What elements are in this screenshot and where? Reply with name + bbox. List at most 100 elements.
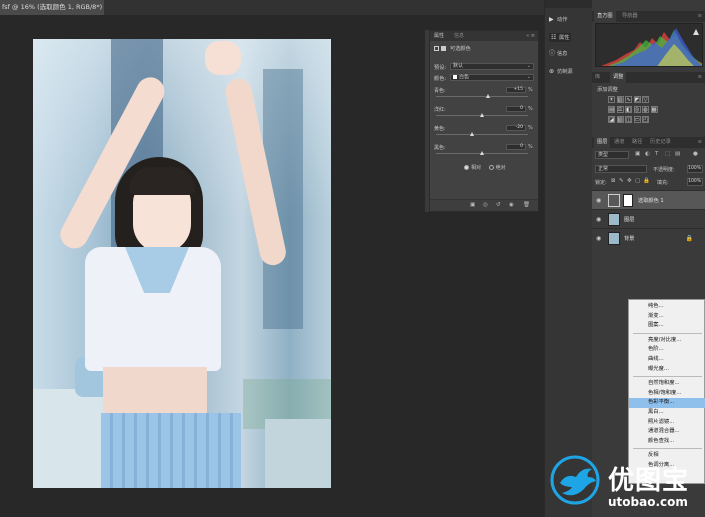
strip-item-info[interactable]: ⓘ 信息 <box>549 48 567 57</box>
filter-shape-icon[interactable]: ⬚ <box>665 151 670 157</box>
document-tab[interactable]: fsf @ 16% (选取颜色 1, RGB/8*) *× <box>0 0 104 15</box>
tab-libraries[interactable]: 库 <box>595 72 600 83</box>
filter-smart-icon[interactable]: ▤ <box>675 151 680 157</box>
lock-artboard-icon[interactable]: ▢ <box>635 178 640 184</box>
slider-thumb[interactable] <box>485 94 490 98</box>
slider-thumb[interactable] <box>479 151 484 155</box>
colors-select[interactable]: 白色 ⌄ <box>450 74 534 81</box>
layer-name[interactable]: 选取颜色 1 <box>638 197 664 204</box>
eye-icon[interactable]: ◉ <box>596 235 601 242</box>
strip-item-clone-source[interactable]: ⊛ 仿制源 <box>549 68 573 75</box>
layer-row-layer[interactable]: ◉ 图层 <box>592 209 705 228</box>
panel-menu-icon[interactable]: ≡ <box>698 137 702 148</box>
radio-relative[interactable] <box>464 165 469 170</box>
channel-mixer-icon[interactable]: ◍ <box>642 106 649 113</box>
threshold-icon[interactable]: ◫ <box>625 116 632 123</box>
menu-item[interactable]: 色彩平衡... <box>629 398 705 408</box>
menu-item[interactable]: 自然饱和度... <box>629 379 705 389</box>
menu-item[interactable]: 曝光度... <box>629 365 705 375</box>
color-balance-icon[interactable]: ⚖ <box>616 106 624 113</box>
strip-item-properties[interactable]: ☷ 属性 <box>549 33 572 42</box>
slider-cyan[interactable]: 青色: +15 % <box>434 87 534 100</box>
vibrance-icon[interactable]: ▽ <box>642 96 649 103</box>
panel-menu-icon[interactable]: « ≡ <box>526 31 535 41</box>
menu-item[interactable]: 纯色... <box>629 302 705 312</box>
layer-name[interactable]: 背景 <box>624 235 634 242</box>
colors-label: 颜色: <box>434 76 447 82</box>
curves-icon[interactable]: ∿ <box>625 96 632 103</box>
tab-adjustments[interactable]: 调整 <box>610 72 627 83</box>
reset-icon[interactable]: ↺ <box>496 202 501 208</box>
filter-toggle-icon[interactable]: ● <box>693 151 698 157</box>
slider-magenta[interactable]: 洋红: 0 % <box>434 106 534 119</box>
blend-mode-select[interactable]: 正常 <box>595 165 647 173</box>
menu-item[interactable]: 图案... <box>629 321 705 331</box>
strip-item-actions[interactable]: ▶ 动作 <box>549 16 567 23</box>
hue-saturation-icon[interactable]: ▤ <box>608 106 615 113</box>
layer-mask-thumbnail[interactable] <box>623 194 633 207</box>
fill-input[interactable]: 100% <box>687 178 703 186</box>
tab-histogram[interactable]: 直方图 <box>594 11 616 22</box>
tab-properties[interactable]: 属性 <box>434 33 444 39</box>
exposure-icon[interactable]: ◩ <box>633 96 641 103</box>
eye-icon[interactable]: ◉ <box>596 216 601 223</box>
mask-icon[interactable] <box>441 46 446 51</box>
levels-icon[interactable]: ▥ <box>616 96 624 103</box>
trash-icon[interactable]: 🗑 <box>523 202 530 208</box>
filter-adjustment-icon[interactable]: ◐ <box>645 151 650 157</box>
eye-icon[interactable]: ◉ <box>596 197 601 204</box>
slider-value-input[interactable]: +15 <box>506 87 526 93</box>
slider-value-input[interactable]: 0 <box>506 106 526 112</box>
tab-navigator[interactable]: 导航器 <box>622 11 638 22</box>
menu-item[interactable]: 通道混合器... <box>629 427 705 437</box>
lock-paint-icon[interactable]: ✎ <box>619 178 624 184</box>
filter-pixel-icon[interactable]: ▣ <box>635 151 640 157</box>
posterize-icon[interactable]: ▧ <box>616 116 624 123</box>
lock-position-icon[interactable]: ✥ <box>627 178 632 184</box>
canvas-photo[interactable] <box>33 39 331 488</box>
menu-item[interactable]: 色相/饱和度... <box>629 389 705 399</box>
menu-item[interactable]: 曲线... <box>629 355 705 365</box>
tab-paths[interactable]: 路径 <box>632 137 642 148</box>
tab-layers[interactable]: 图层 <box>594 137 611 148</box>
slider-value-input[interactable]: -20 <box>506 125 526 131</box>
photo-filter-icon[interactable]: ◎ <box>633 106 641 113</box>
black-white-icon[interactable]: ◧ <box>625 106 632 113</box>
tab-info[interactable]: 信息 <box>454 33 464 39</box>
menu-item[interactable]: 照片滤镜... <box>629 418 705 428</box>
menu-item[interactable]: 颜色查找... <box>629 437 705 447</box>
menu-item[interactable]: 色阶... <box>629 345 705 355</box>
slider-yellow[interactable]: 黄色: -20 % <box>434 125 534 138</box>
color-lookup-icon[interactable]: ▦ <box>650 106 658 113</box>
layer-row-background[interactable]: ◉ 背景 🔒 <box>592 228 705 247</box>
slider-track[interactable] <box>436 96 528 97</box>
tab-history[interactable]: 历史记录 <box>650 137 671 148</box>
layer-filter-select[interactable]: 类型 <box>595 151 629 159</box>
brightness-icon[interactable]: ☀ <box>608 96 615 103</box>
radio-absolute[interactable] <box>488 165 494 170</box>
view-previous-icon[interactable]: ◎ <box>483 202 488 208</box>
panel-menu-icon[interactable]: ≡ <box>698 11 702 22</box>
slider-value-input[interactable]: 0 <box>506 144 526 150</box>
slider-thumb[interactable] <box>479 113 484 117</box>
slider-thumb[interactable] <box>470 132 475 136</box>
filter-type-icon[interactable]: T <box>655 151 658 157</box>
selective-color-icon[interactable]: ◰ <box>642 116 649 123</box>
panel-menu-icon[interactable]: ≡ <box>698 72 702 83</box>
lock-pixels-icon[interactable]: ⊠ <box>611 178 616 184</box>
preset-select[interactable]: 默认 ⌄ <box>450 63 534 70</box>
menu-item[interactable]: 黑白... <box>629 408 705 418</box>
tab-channels[interactable]: 通道 <box>614 137 624 148</box>
gradient-map-icon[interactable]: ▭ <box>633 116 641 123</box>
visibility-eye-icon[interactable]: ◉ <box>509 202 514 208</box>
layer-name[interactable]: 图层 <box>624 216 634 223</box>
clip-to-layer-icon[interactable]: ▣ <box>470 202 475 208</box>
opacity-input[interactable]: 100% <box>687 165 703 173</box>
menu-item[interactable]: 亮度/对比度... <box>629 336 705 346</box>
slider-track[interactable] <box>436 134 528 135</box>
layer-row-selective-color[interactable]: ◉ 选取颜色 1 <box>592 190 705 209</box>
menu-item[interactable]: 渐变... <box>629 312 705 322</box>
invert-icon[interactable]: ◪ <box>608 116 615 123</box>
slider-black[interactable]: 黑色: 0 % <box>434 144 534 157</box>
lock-all-icon[interactable]: 🔒 <box>643 178 650 184</box>
